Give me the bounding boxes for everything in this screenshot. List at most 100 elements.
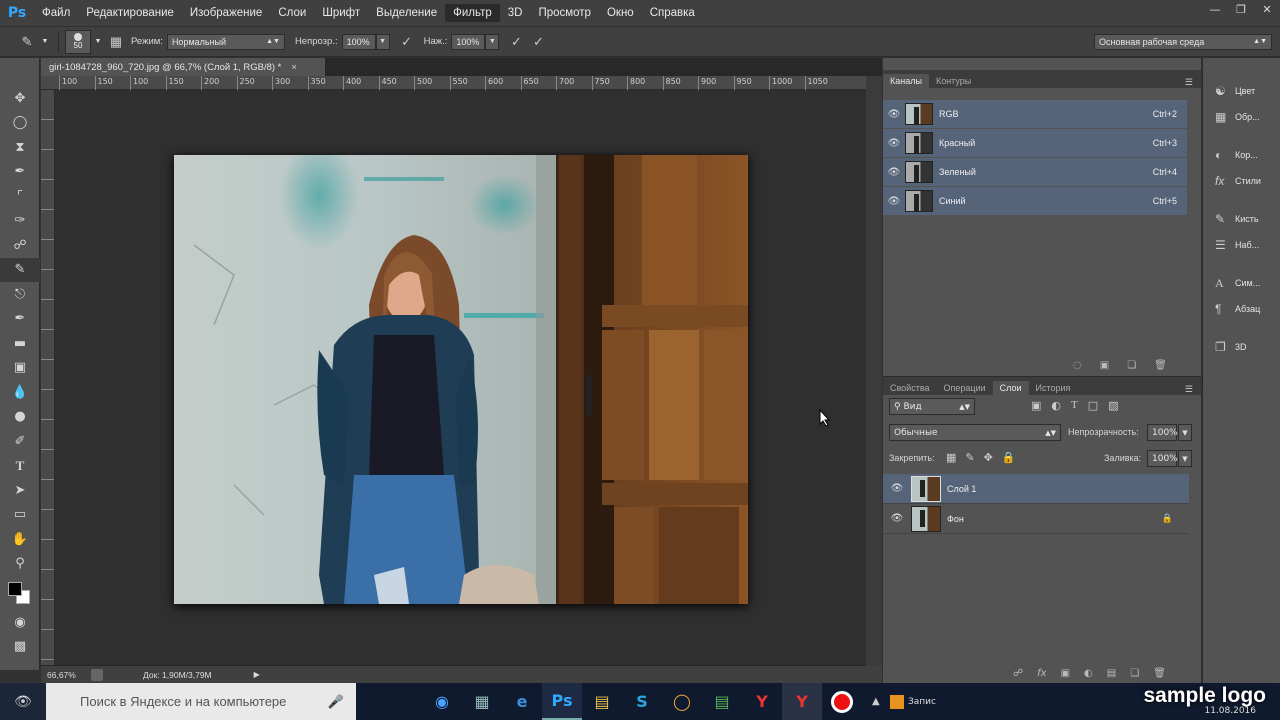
new-layer-icon[interactable]: ❏ xyxy=(1130,668,1139,679)
folder-icon[interactable]: ▤ xyxy=(582,683,622,720)
lock-pixels-icon[interactable]: ✎ xyxy=(965,451,974,464)
new-group-icon[interactable]: ▤ xyxy=(1107,668,1116,679)
dock-3d[interactable]: ❐ 3D xyxy=(1203,334,1280,360)
pressure-size-icon[interactable]: ✓ xyxy=(527,31,549,53)
gradient-tool-icon[interactable]: ▣ xyxy=(0,356,40,381)
dock-character[interactable]: A Сим... xyxy=(1203,270,1280,296)
chevron-down-icon[interactable]: ▼ xyxy=(38,34,52,50)
eye-icon[interactable]: 👁 xyxy=(883,138,905,149)
eye-logo-icon[interactable]: 👁 xyxy=(0,683,46,720)
channel-row-blue[interactable]: 👁 Синий Ctrl+5 xyxy=(883,187,1187,215)
menu-3d[interactable]: 3D xyxy=(500,4,531,22)
chevron-down-icon[interactable]: ▼ xyxy=(485,33,500,50)
layer-row-layer1[interactable]: 👁 Слой 1 xyxy=(883,474,1189,504)
menu-filter[interactable]: Фильтр xyxy=(445,4,500,22)
dock-adjustments[interactable]: ◐ Кор... xyxy=(1203,142,1280,168)
canvas-photo[interactable] xyxy=(174,155,748,604)
chevron-down-icon[interactable]: ▼ xyxy=(91,34,105,50)
tab-layers[interactable]: Слои xyxy=(992,381,1029,395)
menu-type[interactable]: Шрифт xyxy=(314,4,368,22)
tab-actions[interactable]: Операции xyxy=(937,381,993,395)
task-view-icon[interactable]: ◉ xyxy=(422,683,462,720)
lock-all-icon[interactable]: 🔒 xyxy=(1002,451,1016,464)
type-tool-icon[interactable]: T xyxy=(0,454,40,479)
screen-mode-icon[interactable]: ▩ xyxy=(0,635,40,660)
spreadsheet-icon[interactable]: ▤ xyxy=(702,683,742,720)
tab-properties[interactable]: Свойства xyxy=(883,381,937,395)
layer-row-background[interactable]: 👁 Фон 🔒 xyxy=(883,504,1189,534)
save-selection-icon[interactable]: ▣ xyxy=(1100,360,1109,371)
photoshop-taskbar-icon[interactable]: Ps xyxy=(542,683,582,720)
flow-input[interactable]: 100% xyxy=(451,33,486,50)
menu-edit[interactable]: Редактирование xyxy=(78,4,182,22)
mode-select[interactable]: Нормальный ▲▼ xyxy=(166,33,285,50)
play-icon[interactable]: ▶ xyxy=(254,670,260,679)
menu-select[interactable]: Выделение xyxy=(368,4,445,22)
layer-opacity-input[interactable]: 100% xyxy=(1147,424,1178,441)
zoom-level[interactable]: 66,67% xyxy=(47,670,91,680)
new-channel-icon[interactable]: ❏ xyxy=(1127,360,1136,371)
load-selection-icon[interactable]: ◌ xyxy=(1073,360,1082,371)
skype-icon[interactable]: S xyxy=(622,683,662,720)
search-box[interactable]: Поиск в Яндексе и на компьютере 🎤 xyxy=(46,683,356,720)
eye-icon[interactable]: 👁 xyxy=(883,513,911,524)
airbrush-icon[interactable]: ✓ xyxy=(505,31,527,53)
dock-swatches[interactable]: ▦ Обр... xyxy=(1203,104,1280,130)
hand-tool-icon[interactable]: ✋ xyxy=(0,527,40,552)
channel-row-rgb[interactable]: 👁 RGB Ctrl+2 xyxy=(883,100,1187,128)
smart-object-filter-icon[interactable]: ▨ xyxy=(1108,399,1118,412)
eyedropper-tool-icon[interactable]: ✑ xyxy=(0,209,40,234)
panel-menu-icon[interactable]: ☰ xyxy=(1185,77,1201,88)
foreground-color[interactable] xyxy=(8,582,22,596)
share-icon[interactable] xyxy=(91,668,103,681)
brush-tool-icon[interactable]: ✎ xyxy=(0,257,40,282)
eye-icon[interactable]: 👁 xyxy=(883,483,911,494)
record-icon[interactable] xyxy=(822,683,862,720)
dodge-tool-icon[interactable]: ● xyxy=(0,405,40,430)
blur-tool-icon[interactable]: 💧 xyxy=(0,380,40,405)
quick-select-tool-icon[interactable]: ✒ xyxy=(0,160,40,185)
zoom-tool-icon[interactable]: ⚲ xyxy=(0,552,40,577)
close-icon[interactable]: ✕ xyxy=(1254,0,1280,18)
trash-icon[interactable]: 🗑 xyxy=(1154,360,1167,371)
crop-tool-icon[interactable]: ⌜ xyxy=(0,184,40,209)
vertical-scrollbar[interactable] xyxy=(866,76,882,666)
edge-browser-icon[interactable]: e xyxy=(502,683,542,720)
layer-mask-icon[interactable]: ▣ xyxy=(1061,668,1070,679)
lasso-tool-icon[interactable]: ⧗ xyxy=(0,135,40,160)
layer-style-icon[interactable]: fx xyxy=(1037,668,1046,679)
lock-transparency-icon[interactable]: ▦ xyxy=(946,451,956,464)
panel-menu-icon[interactable]: ☰ xyxy=(1185,384,1201,395)
yandex-browser-active-icon[interactable]: Y xyxy=(782,683,822,720)
brush-panel-toggle-icon[interactable]: ▦ xyxy=(105,31,127,53)
quick-mask-icon[interactable]: ◉ xyxy=(0,610,40,635)
minimize-icon[interactable]: — xyxy=(1202,0,1228,18)
tray-app-icon[interactable] xyxy=(890,694,904,709)
fill-input[interactable]: 100% xyxy=(1147,450,1178,467)
eye-icon[interactable]: 👁 xyxy=(883,109,905,120)
dock-styles[interactable]: fx Стили xyxy=(1203,168,1280,194)
menu-image[interactable]: Изображение xyxy=(182,4,270,22)
healing-brush-tool-icon[interactable]: ☍ xyxy=(0,233,40,258)
workspace-select[interactable]: Основная рабочая среда ▲▼ xyxy=(1094,33,1272,50)
move-tool-icon[interactable]: ✥ xyxy=(0,86,40,111)
microphone-icon[interactable]: 🎤 xyxy=(328,694,344,710)
brush-size-picker[interactable]: 50 xyxy=(65,29,91,54)
menu-view[interactable]: Просмотр xyxy=(530,4,599,22)
trash-icon[interactable]: 🗑 xyxy=(1153,668,1166,679)
chevron-down-icon[interactable]: ▼ xyxy=(1178,450,1192,467)
file-manager-icon[interactable]: ▦ xyxy=(462,683,502,720)
dock-color[interactable]: ☯ Цвет xyxy=(1203,78,1280,104)
channel-row-green[interactable]: 👁 Зеленый Ctrl+4 xyxy=(883,158,1187,186)
dock-paragraph[interactable]: ¶ Абзац xyxy=(1203,296,1280,322)
lock-position-icon[interactable]: ✥ xyxy=(984,451,993,464)
chevron-down-icon[interactable]: ▼ xyxy=(1178,424,1192,441)
opacity-input[interactable]: 100% xyxy=(341,33,376,50)
menu-help[interactable]: Справка xyxy=(642,4,703,22)
dock-brush-presets[interactable]: ☰ Наб... xyxy=(1203,232,1280,258)
type-filter-icon[interactable]: T xyxy=(1071,399,1078,412)
restore-icon[interactable]: ❐ xyxy=(1228,0,1254,18)
adjustment-filter-icon[interactable]: ◐ xyxy=(1051,399,1061,412)
yandex-browser-icon[interactable]: Y xyxy=(742,683,782,720)
chrome-icon[interactable]: ◯ xyxy=(662,683,702,720)
